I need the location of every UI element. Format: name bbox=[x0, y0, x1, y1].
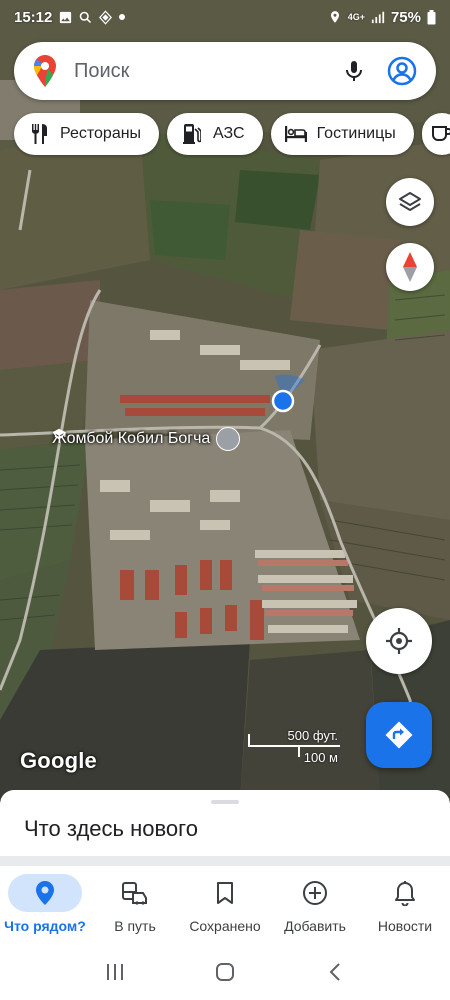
image-icon bbox=[60, 11, 72, 23]
compass-icon bbox=[403, 252, 417, 282]
place-label[interactable]: Жомбой Кобил Богча bbox=[52, 427, 241, 451]
search-bar[interactable]: Поиск bbox=[14, 42, 436, 100]
home-button[interactable] bbox=[205, 952, 245, 992]
nav-label: Новости bbox=[377, 918, 433, 934]
home-icon bbox=[216, 963, 234, 981]
my-location-dot bbox=[271, 389, 295, 413]
chip-label: Гостиницы bbox=[316, 125, 396, 142]
system-nav-bar bbox=[0, 944, 450, 1000]
explore-pin-icon bbox=[36, 881, 54, 905]
nav-updates[interactable]: Новости bbox=[360, 866, 450, 944]
dot-icon bbox=[119, 14, 126, 20]
layers-button[interactable] bbox=[386, 178, 434, 226]
recents-button[interactable] bbox=[95, 952, 135, 992]
search-placeholder: Поиск bbox=[74, 59, 130, 82]
nav-label: В путь bbox=[114, 918, 156, 934]
nav-explore[interactable]: Что рядом? bbox=[0, 866, 90, 944]
maps-pin-logo bbox=[34, 55, 56, 87]
coffee-icon bbox=[431, 123, 450, 145]
scale-feet: 500 фут. bbox=[287, 728, 338, 743]
network-type: 4G+ bbox=[347, 12, 365, 22]
my-location-button[interactable] bbox=[366, 608, 432, 674]
battery-icon bbox=[427, 9, 436, 24]
map-scale: 500 фут. 100 м bbox=[246, 726, 346, 766]
battery-percent: 75% bbox=[390, 8, 421, 26]
nav-label: Добавить bbox=[284, 918, 346, 934]
chip-label: АЗС bbox=[213, 125, 245, 142]
place-name: Жомбой Кобил Богча bbox=[52, 430, 211, 447]
compass-button[interactable] bbox=[386, 243, 434, 291]
my-location-icon bbox=[386, 628, 412, 654]
account-icon[interactable] bbox=[382, 51, 422, 91]
back-icon bbox=[329, 963, 340, 981]
location-icon bbox=[330, 11, 339, 23]
directions-button[interactable] bbox=[366, 702, 432, 768]
signal-icon bbox=[371, 11, 385, 24]
nav-label: Сохранено bbox=[189, 918, 261, 934]
chip-coffee[interactable] bbox=[421, 113, 450, 155]
commute-icon bbox=[122, 882, 147, 905]
nav-label: Что рядом? bbox=[4, 918, 86, 934]
category-chips: Рестораны АЗС Гостиницы bbox=[14, 113, 450, 157]
hotel-icon bbox=[284, 123, 307, 145]
google-logo: Google bbox=[20, 748, 97, 773]
search-icon bbox=[80, 11, 92, 23]
recents-icon bbox=[107, 964, 123, 980]
directions-icon bbox=[385, 721, 413, 749]
sheet-drag-handle[interactable] bbox=[211, 800, 239, 804]
chip-hotels[interactable]: Гостиницы bbox=[270, 113, 414, 155]
bell-icon bbox=[395, 881, 415, 906]
data-saver-icon bbox=[99, 9, 113, 25]
chip-gas-stations[interactable]: АЗС bbox=[167, 113, 263, 155]
explore-sheet[interactable]: Что здесь нового bbox=[0, 790, 450, 862]
chip-label: Рестораны bbox=[60, 125, 142, 142]
scale-meters: 100 м bbox=[303, 750, 338, 765]
school-icon bbox=[52, 427, 241, 451]
sheet-title: Что здесь нового bbox=[24, 816, 198, 841]
layers-icon bbox=[399, 192, 421, 211]
divider bbox=[0, 856, 450, 866]
add-circle-icon bbox=[303, 881, 327, 905]
status-time: 15:12 bbox=[14, 8, 53, 26]
bookmark-icon bbox=[217, 882, 233, 904]
status-bar: 15:12 4G+ 75% bbox=[0, 0, 450, 34]
chip-restaurants[interactable]: Рестораны bbox=[14, 113, 160, 155]
nav-saved[interactable]: Сохранено bbox=[180, 866, 270, 944]
restaurant-icon bbox=[28, 123, 50, 145]
nav-go[interactable]: В путь bbox=[90, 866, 180, 944]
nav-contribute[interactable]: Добавить bbox=[270, 866, 360, 944]
mic-icon[interactable] bbox=[334, 51, 374, 91]
back-button[interactable] bbox=[315, 952, 355, 992]
bottom-nav: Что рядом? В путь Сохранено Добавить Нов… bbox=[0, 866, 450, 944]
gas-station-icon bbox=[181, 123, 203, 145]
